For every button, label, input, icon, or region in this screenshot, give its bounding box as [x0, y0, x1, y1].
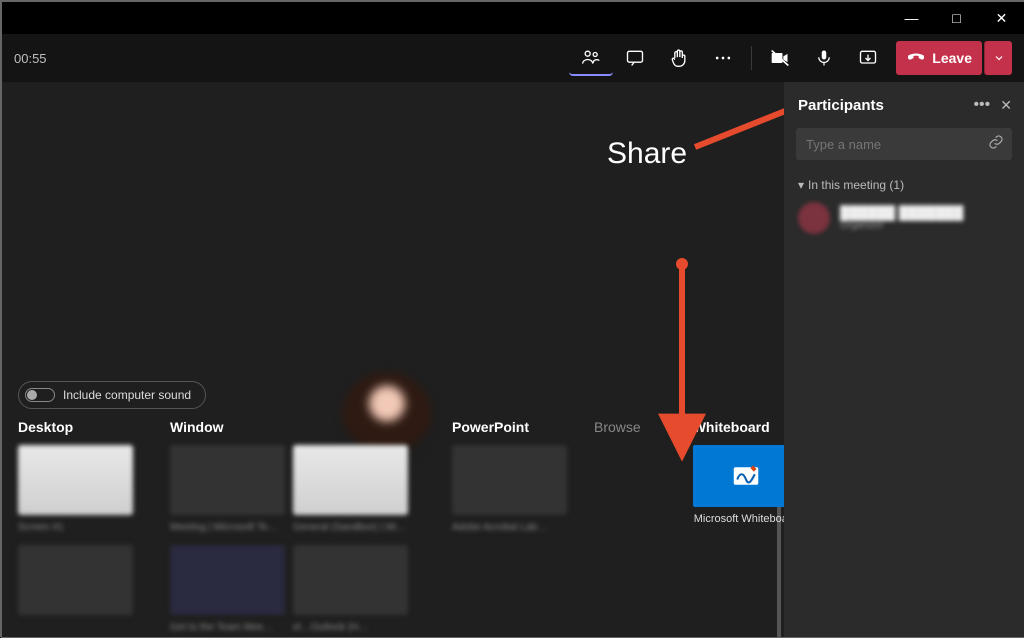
share-tray-icon[interactable] — [846, 40, 890, 76]
powerpoint-heading: PowerPoint — [452, 419, 572, 435]
window-heading: Window — [170, 419, 430, 435]
desktop-thumbnail[interactable]: Screen #1 — [18, 445, 133, 515]
leave-chevron-button[interactable] — [984, 41, 1012, 75]
participant-entry[interactable]: ██████ ███████ Organizer — [784, 198, 1024, 238]
toggle-switch-icon — [25, 388, 55, 402]
participants-more-icon[interactable]: ••• — [973, 96, 990, 114]
window-titlebar: — □ ✕ — [2, 2, 1024, 34]
whiteboard-heading: Whiteboard — [693, 419, 784, 435]
main-area: Share Include computer sound Desktop Scr… — [2, 82, 1024, 637]
window-thumbnail[interactable]: el…Outlook (H… — [293, 545, 408, 615]
call-timer: 00:55 — [14, 51, 47, 66]
share-col-window: Window Meeting | Microsoft Te… General (… — [170, 419, 430, 615]
microsoft-whiteboard-tile[interactable] — [693, 445, 784, 507]
desktop-heading: Desktop — [18, 419, 148, 435]
raise-hand-icon[interactable] — [657, 40, 701, 76]
link-icon[interactable] — [988, 134, 1004, 155]
participant-role: Organizer — [840, 220, 963, 231]
window-thumbnail[interactable]: Meeting | Microsoft Te… — [170, 445, 285, 515]
participant-search-input[interactable] — [804, 136, 988, 153]
meeting-stage: Share Include computer sound Desktop Scr… — [2, 82, 784, 637]
participants-panel: Participants ••• ✕ ▾In this meeting (1) … — [784, 82, 1024, 637]
leave-label: Leave — [932, 50, 972, 66]
window-thumbnail[interactable]: General (Sandbox) | Mi… — [293, 445, 408, 515]
hangup-icon — [908, 49, 924, 68]
participants-close-icon[interactable]: ✕ — [1000, 97, 1012, 114]
participant-name: ██████ ███████ — [840, 205, 963, 220]
meeting-toolbar: 00:55 Leave — [2, 34, 1024, 82]
share-col-powerpoint: PowerPoint Adobe Acrobat Lab… — [452, 419, 572, 615]
desktop-thumbnail[interactable] — [18, 545, 133, 615]
window-thumbnail[interactable]: Get to the Team Mee… — [170, 545, 285, 615]
close-button[interactable]: ✕ — [979, 2, 1024, 34]
include-sound-label: Include computer sound — [63, 388, 191, 402]
participants-icon[interactable] — [569, 40, 613, 76]
whiteboard-caption: Microsoft Whiteboard — [693, 513, 784, 525]
maximize-button[interactable]: □ — [934, 2, 979, 34]
share-col-desktop: Desktop Screen #1 — [18, 419, 148, 615]
leave-button[interactable]: Leave — [896, 41, 982, 75]
participant-search[interactable] — [796, 128, 1012, 160]
share-col-browse[interactable]: Browse — [594, 419, 641, 615]
share-tray: Include computer sound Desktop Screen #1… — [18, 381, 784, 621]
more-actions-icon[interactable] — [701, 40, 745, 76]
in-meeting-section: ▾In this meeting (1) — [784, 166, 1024, 198]
share-col-whiteboard: Whiteboard Microsoft Whiteboard — [693, 419, 784, 615]
chat-icon[interactable] — [613, 40, 657, 76]
minimize-button[interactable]: — — [889, 2, 934, 34]
include-computer-sound-toggle[interactable]: Include computer sound — [18, 381, 206, 409]
share-annotation-label: Share — [607, 137, 687, 171]
avatar-icon — [798, 202, 830, 234]
toolbar-separator — [751, 46, 752, 70]
microphone-icon[interactable] — [802, 40, 846, 76]
camera-off-icon[interactable] — [758, 40, 802, 76]
participants-title: Participants — [798, 97, 973, 114]
browse-heading: Browse — [594, 419, 641, 435]
ppt-thumbnail[interactable]: Adobe Acrobat Lab… — [452, 445, 567, 515]
